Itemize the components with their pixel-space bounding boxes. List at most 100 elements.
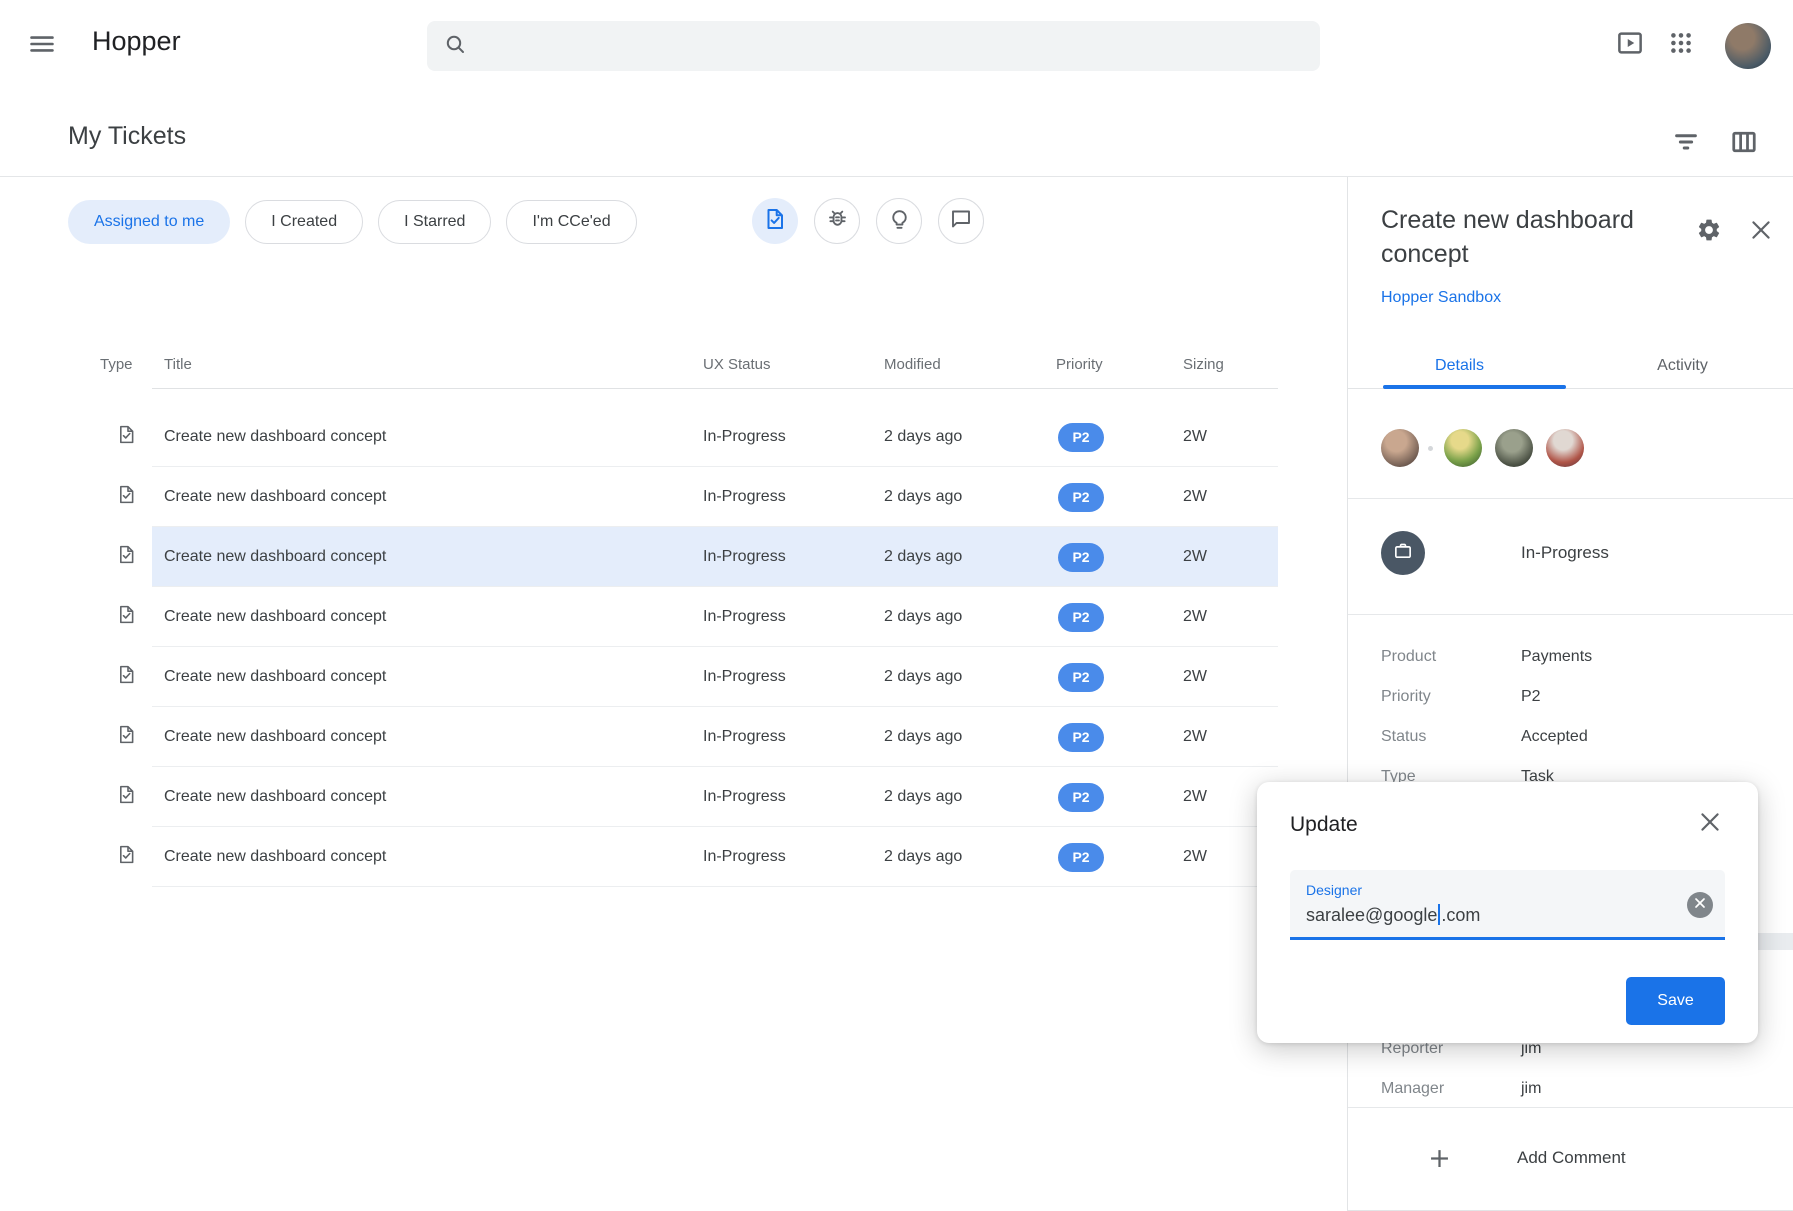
ticket-sizing: 2W [1183, 668, 1278, 686]
value-before-cursor: saralee@google [1306, 905, 1437, 925]
ticket-modified: 2 days ago [884, 548, 1056, 566]
task-icon [116, 664, 137, 690]
assignee-avatar[interactable] [1546, 429, 1584, 467]
lightbulb-icon [887, 206, 912, 236]
ticket-sizing: 2W [1183, 548, 1278, 566]
project-link[interactable]: Hopper Sandbox [1381, 289, 1501, 307]
designer-field-value[interactable]: saralee@google.com [1306, 904, 1480, 926]
tab-activity[interactable]: Activity [1571, 344, 1793, 388]
priority-badge: P2 [1058, 723, 1104, 752]
ticket-title: Create new dashboard concept [158, 848, 703, 866]
present-icon [1615, 28, 1645, 63]
ticket-status: In-Progress [1521, 543, 1609, 563]
table-row[interactable]: Create new dashboard concept In-Progress… [100, 407, 1278, 467]
ticket-modified: 2 days ago [884, 668, 1056, 686]
menu-button[interactable] [24, 28, 60, 64]
value-after-cursor: .com [1441, 905, 1480, 925]
toggle-tasks-button[interactable] [752, 198, 798, 244]
panel-divider [1348, 498, 1793, 499]
clear-field-button[interactable] [1687, 892, 1713, 918]
app-title: Hopper [92, 26, 181, 57]
field-value: P2 [1521, 688, 1541, 706]
chip-im-cced[interactable]: I'm CCe'ed [506, 200, 636, 244]
assignee-avatar[interactable] [1381, 429, 1419, 467]
table-row-selected[interactable]: Create new dashboard concept In-Progress… [100, 527, 1278, 587]
top-app-bar: Hopper [0, 0, 1793, 90]
bug-icon [825, 206, 850, 236]
field-value: Accepted [1521, 728, 1588, 746]
panel-close-button[interactable] [1746, 217, 1776, 247]
field-label: Manager [1381, 1080, 1521, 1098]
task-icon [116, 784, 137, 810]
search-bar[interactable] [427, 21, 1320, 71]
ticket-modified: 2 days ago [884, 728, 1056, 746]
panel-settings-button[interactable] [1694, 217, 1724, 247]
table-row[interactable]: Create new dashboard concept In-Progress… [100, 827, 1278, 887]
columns-view-button[interactable] [1727, 127, 1761, 161]
add-comment-button[interactable]: Add Comment [1348, 1107, 1793, 1209]
priority-badge: P2 [1058, 843, 1104, 872]
task-icon [763, 207, 787, 236]
chip-i-starred[interactable]: I Starred [378, 200, 491, 244]
filter-button[interactable] [1669, 127, 1703, 161]
col-title: Title [158, 356, 703, 373]
designer-field[interactable]: Designer saralee@google.com [1290, 870, 1725, 940]
col-modified: Modified [884, 356, 1056, 373]
col-ux-status: UX Status [703, 356, 884, 373]
panel-title: Create new dashboard concept [1381, 203, 1681, 271]
view-columns-icon [1729, 127, 1759, 162]
panel-tabs: Details Activity [1348, 344, 1793, 388]
user-avatar[interactable] [1725, 23, 1771, 69]
ticket-ux-status: In-Progress [703, 548, 884, 566]
chip-i-created[interactable]: I Created [245, 200, 363, 244]
field-value: jim [1521, 1080, 1541, 1098]
field-manager: Manager jim [1381, 1069, 1781, 1109]
tickets-table: Type Title UX Status Modified Priority S… [100, 340, 1278, 887]
priority-badge: P2 [1058, 483, 1104, 512]
plus-icon [1426, 1145, 1453, 1172]
ticket-ux-status: In-Progress [703, 488, 884, 506]
assignee-avatar[interactable] [1495, 429, 1533, 467]
table-row[interactable]: Create new dashboard concept In-Progress… [100, 707, 1278, 767]
task-icon [116, 844, 137, 870]
priority-badge: P2 [1058, 543, 1104, 572]
hamburger-icon [28, 30, 56, 63]
active-tab-indicator [1383, 385, 1566, 389]
ticket-modified: 2 days ago [884, 488, 1056, 506]
tab-details[interactable]: Details [1348, 344, 1571, 388]
dialog-close-button[interactable] [1695, 809, 1725, 839]
present-button[interactable] [1612, 27, 1648, 63]
toggle-bugs-button[interactable] [814, 198, 860, 244]
briefcase-icon [1392, 540, 1414, 567]
ticket-modified: 2 days ago [884, 608, 1056, 626]
status-circle [1381, 531, 1425, 575]
col-priority: Priority [1056, 356, 1183, 373]
table-row[interactable]: Create new dashboard concept In-Progress… [100, 767, 1278, 827]
add-comment-label: Add Comment [1517, 1148, 1626, 1168]
field-product: Product Payments [1381, 637, 1781, 677]
col-type: Type [100, 356, 158, 373]
ticket-modified: 2 days ago [884, 788, 1056, 806]
col-sizing: Sizing [1183, 356, 1278, 373]
field-priority: Priority P2 [1381, 677, 1781, 717]
apps-grid-button[interactable] [1663, 27, 1699, 63]
priority-badge: P2 [1058, 663, 1104, 692]
search-input[interactable] [479, 37, 1304, 55]
toggle-comments-button[interactable] [938, 198, 984, 244]
ticket-modified: 2 days ago [884, 848, 1056, 866]
save-button[interactable]: Save [1626, 977, 1725, 1025]
table-row[interactable]: Create new dashboard concept In-Progress… [100, 587, 1278, 647]
table-row[interactable]: Create new dashboard concept In-Progress… [100, 647, 1278, 707]
priority-badge: P2 [1058, 423, 1104, 452]
chip-assigned-to-me[interactable]: Assigned to me [68, 200, 230, 244]
field-status: Status Accepted [1381, 717, 1781, 757]
table-row[interactable]: Create new dashboard concept In-Progress… [100, 467, 1278, 527]
assignee-avatar[interactable] [1444, 429, 1482, 467]
toggle-ideas-button[interactable] [876, 198, 922, 244]
filter-chips: Assigned to me I Created I Starred I'm C… [68, 200, 637, 244]
update-dialog: Update Designer saralee@google.com Save [1257, 782, 1758, 1043]
ticket-title: Create new dashboard concept [158, 668, 703, 686]
table-header: Type Title UX Status Modified Priority S… [100, 340, 1278, 389]
close-icon [1697, 809, 1723, 840]
assignee-avatars [1381, 429, 1584, 467]
